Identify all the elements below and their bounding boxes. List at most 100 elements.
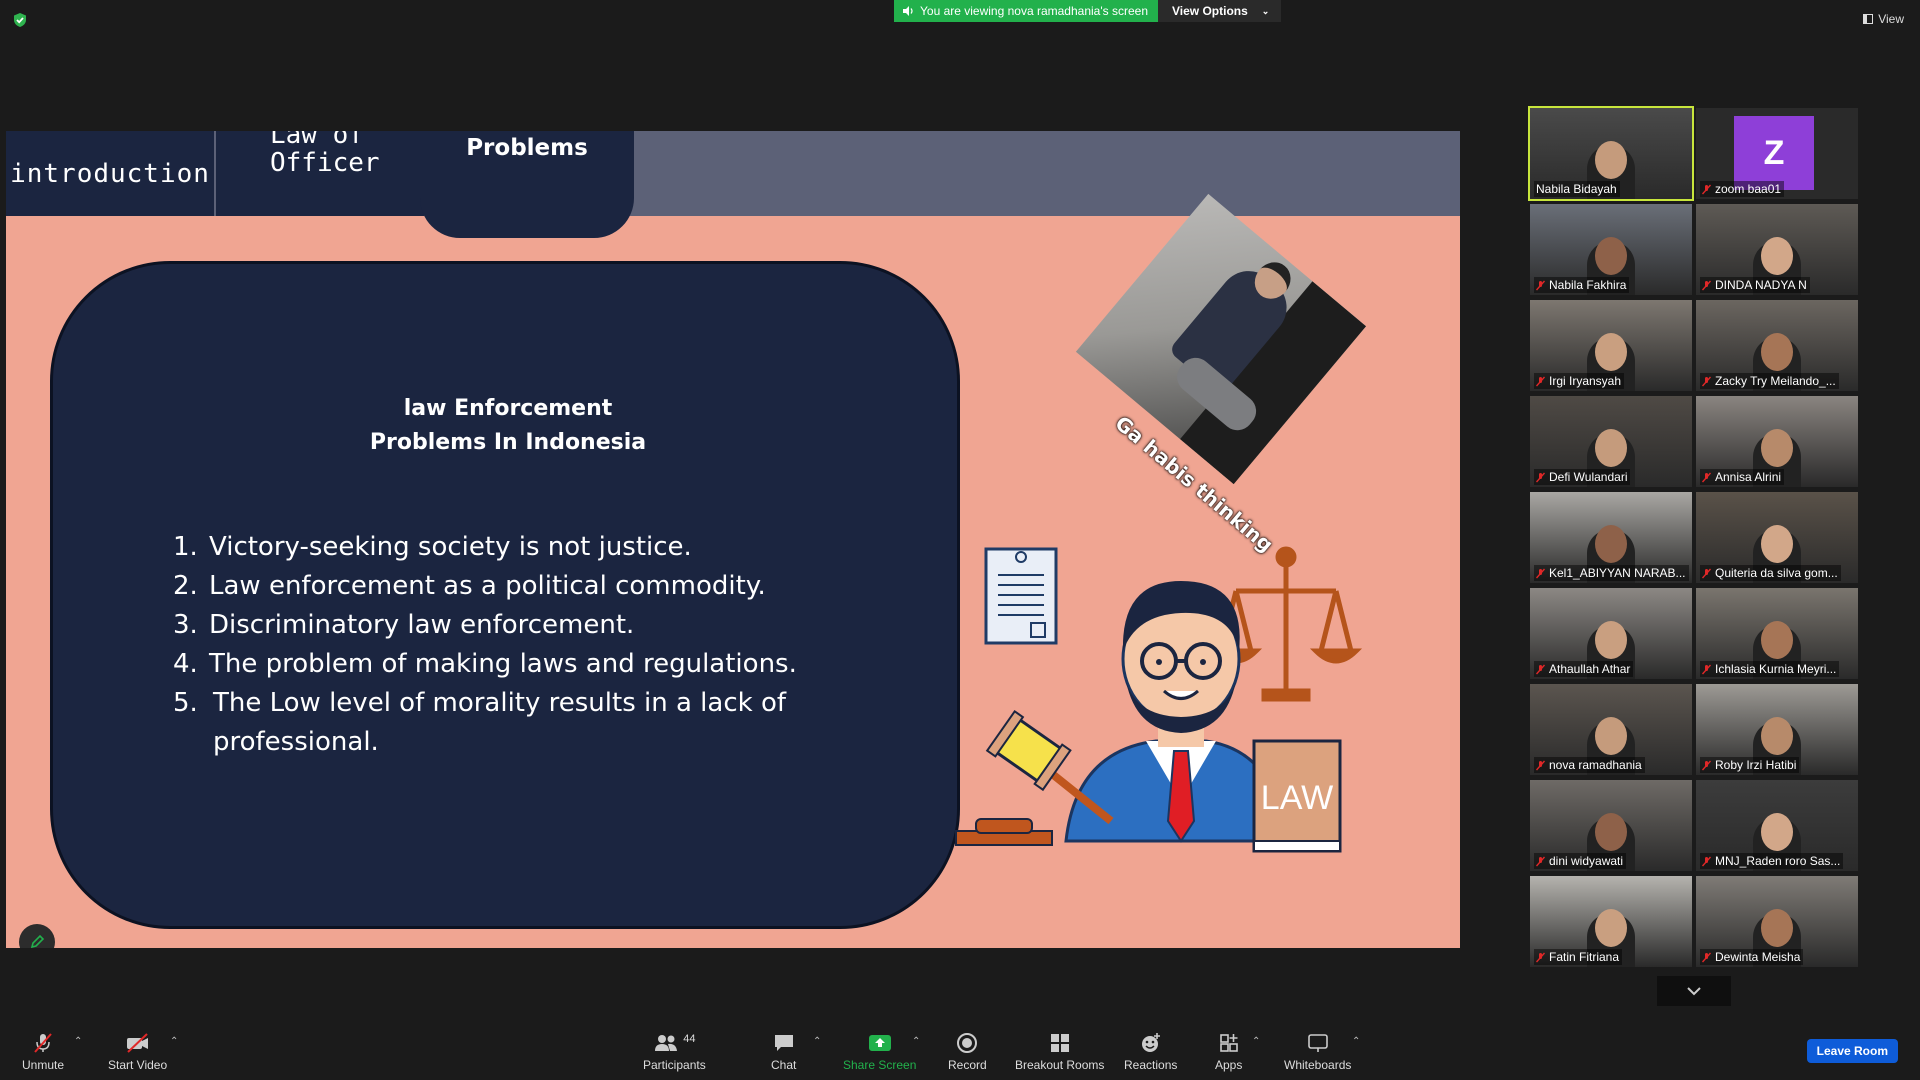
participant-name-tag: nova ramadhania (1534, 757, 1645, 773)
participant-name: Kel1_ABIYYAN NARAB... (1549, 566, 1686, 580)
breakout-rooms-icon (1050, 1034, 1069, 1052)
participant-tile[interactable]: Ichlasia Kurnia Meyri... (1696, 588, 1858, 679)
participant-name-tag: Nabila Fakhira (1534, 277, 1630, 293)
participant-face (1761, 333, 1793, 371)
gallery-scroll-down-button[interactable] (1657, 976, 1731, 1006)
breakout-rooms-button[interactable]: Breakout Rooms (1015, 1032, 1104, 1072)
slide-title-line1: law Enforcement (403, 396, 613, 421)
whiteboards-options-caret[interactable]: ⌃ (1352, 1036, 1360, 1047)
leave-room-button[interactable]: Leave Room (1806, 1039, 1898, 1063)
participant-name-tag: Athaullah Athar (1534, 661, 1634, 677)
law-book-label: LAW (1261, 779, 1333, 817)
participant-face (1595, 333, 1627, 371)
annotation-pen-button[interactable] (19, 924, 55, 948)
list-item-number: 5. (173, 688, 198, 718)
slide-tab-introduction: introduction (6, 131, 214, 216)
participant-face (1595, 813, 1627, 851)
chat-options-caret[interactable]: ⌃ (813, 1036, 821, 1047)
participant-face (1595, 141, 1627, 179)
share-screen-icon (868, 1035, 891, 1051)
screen-share-banner: You are viewing nova ramadhania's screen… (894, 0, 1282, 22)
participant-name-tag: dini widyawati (1534, 853, 1627, 869)
participant-tile[interactable]: Dewinta Meisha (1696, 876, 1858, 967)
participant-name: Nabila Fakhira (1549, 278, 1627, 292)
share-options-caret[interactable]: ⌃ (912, 1036, 920, 1047)
muted-microphone-icon (1702, 664, 1711, 674)
participant-tile[interactable]: Athaullah Athar (1530, 588, 1692, 679)
participant-tile[interactable]: dini widyawati (1530, 780, 1692, 871)
chat-icon (774, 1035, 793, 1051)
participant-tile[interactable]: Kel1_ABIYYAN NARAB... (1530, 492, 1692, 583)
view-layout-button[interactable]: View (1863, 12, 1904, 26)
participant-name: DINDA NADYA N (1715, 278, 1807, 292)
muted-microphone-icon (1536, 376, 1545, 386)
list-item-text: Victory-seeking society is not justice. (209, 532, 692, 562)
participant-name-tag: zoom baa01 (1700, 181, 1785, 197)
whiteboards-button[interactable]: Whiteboards (1284, 1032, 1351, 1072)
apps-button[interactable]: Apps (1215, 1032, 1242, 1072)
law-book-icon: LAW (1252, 739, 1342, 853)
video-off-icon (126, 1033, 148, 1053)
participant-name: Fatin Fitriana (1549, 950, 1620, 964)
slide-title: law Enforcement Problems In Indonesia (53, 392, 963, 460)
reactions-button[interactable]: Reactions (1124, 1032, 1177, 1072)
share-screen-button[interactable]: Share Screen (843, 1032, 916, 1072)
participant-tile[interactable]: MNJ_Raden roro Sas... (1696, 780, 1858, 871)
breakout-rooms-label: Breakout Rooms (1015, 1058, 1105, 1072)
meeting-toolbar: Unmute ⌃ Start Video ⌃ 44 Participants C… (0, 1020, 1920, 1080)
participant-tile[interactable]: Nabila Fakhira (1530, 204, 1692, 295)
participant-face (1595, 237, 1627, 275)
participant-name: Quiteria da silva gom... (1715, 566, 1838, 580)
list-item: 3. Discriminatory law enforcement. (173, 606, 873, 645)
tab-law-line1: Law of (270, 131, 364, 150)
layout-icon (1863, 14, 1874, 24)
list-item: 5. The Low level of morality results in a… (173, 684, 873, 762)
security-shield-icon[interactable] (12, 12, 28, 28)
muted-microphone-icon (1702, 856, 1711, 866)
participant-tile[interactable]: Nabila Bidayah (1528, 106, 1694, 201)
apps-options-caret[interactable]: ⌃ (1252, 1036, 1260, 1047)
muted-microphone-icon (1536, 760, 1545, 770)
participant-tile[interactable]: Zzoom baa01 (1696, 108, 1858, 199)
view-options-button[interactable]: View Options ⌄ (1158, 0, 1282, 22)
list-item-number: 1. (173, 532, 198, 562)
view-options-label: View Options (1172, 4, 1248, 18)
participants-count: 44 (683, 1033, 696, 1045)
participant-name: zoom baa01 (1715, 182, 1782, 196)
chat-button[interactable]: Chat (771, 1032, 796, 1072)
slide-title-line2: Problems In Indonesia (369, 430, 647, 455)
slide-tab-problems: Problems (420, 131, 634, 238)
participant-name-tag: Zacky Try Meilando_... (1700, 373, 1839, 389)
participant-name: Nabila Bidayah (1536, 182, 1617, 196)
participant-name: Irgi Iryansyah (1549, 374, 1622, 388)
participant-tile[interactable]: Zacky Try Meilando_... (1696, 300, 1858, 391)
participant-name: Zacky Try Meilando_... (1715, 374, 1836, 388)
record-label: Record (948, 1058, 987, 1072)
participant-tile[interactable]: Fatin Fitriana (1530, 876, 1692, 967)
pencil-icon (30, 934, 45, 948)
muted-microphone-icon (1536, 664, 1545, 674)
record-icon (957, 1033, 978, 1053)
chevron-down-icon: ⌄ (1261, 6, 1270, 16)
whiteboard-icon (1307, 1034, 1328, 1052)
audio-options-caret[interactable]: ⌃ (74, 1036, 82, 1047)
participant-tile[interactable]: Defi Wulandari (1530, 396, 1692, 487)
participant-tile[interactable]: Quiteria da silva gom... (1696, 492, 1858, 583)
chevron-down-icon (1687, 987, 1701, 996)
start-video-button[interactable]: Start Video (108, 1032, 167, 1072)
participants-button[interactable]: 44 Participants (643, 1032, 706, 1072)
participant-tile[interactable]: nova ramadhania (1530, 684, 1692, 775)
list-item: 1. Victory-seeking society is not justice… (173, 528, 873, 567)
list-item-text: The problem of making laws and regulatio… (209, 649, 797, 679)
tab-intro-label: introduction (10, 158, 210, 189)
slide-content-card: law Enforcement Problems In Indonesia 1.… (50, 261, 960, 929)
muted-microphone-icon (1536, 280, 1545, 290)
tab-problems-label: Problems (466, 135, 588, 161)
participant-tile[interactable]: Roby Irzi Hatibi (1696, 684, 1858, 775)
participant-tile[interactable]: Irgi Iryansyah (1530, 300, 1692, 391)
video-options-caret[interactable]: ⌃ (170, 1036, 178, 1047)
participant-tile[interactable]: Annisa Alrini (1696, 396, 1858, 487)
unmute-button[interactable]: Unmute (22, 1032, 64, 1072)
record-button[interactable]: Record (948, 1032, 987, 1072)
participant-tile[interactable]: DINDA NADYA N (1696, 204, 1858, 295)
